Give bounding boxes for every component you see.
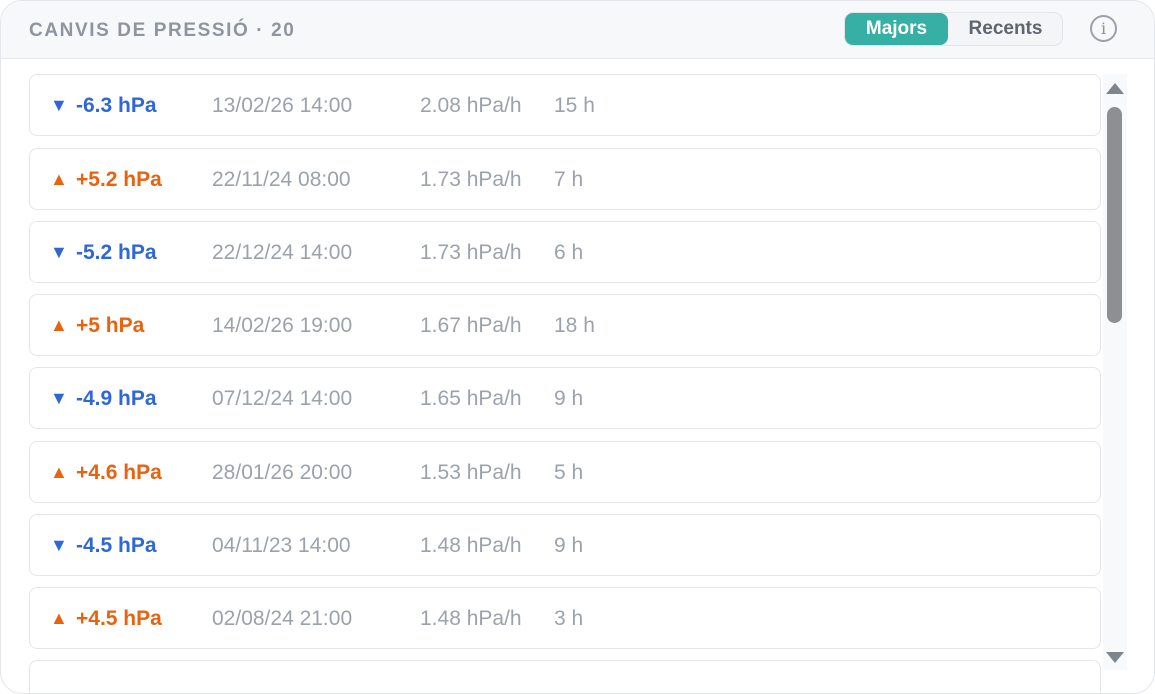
pressure-changes-card: CANVIS DE PRESSIÓ · 20 Majors Recents i … xyxy=(0,0,1155,694)
trend-arrow-icon: ▼ xyxy=(50,535,68,555)
event-date: 22/12/24 14:00 xyxy=(212,241,353,264)
event-duration: 9 h xyxy=(554,387,584,410)
tab-recents[interactable]: Recents xyxy=(948,13,1063,45)
trend-arrow-icon: ▲ xyxy=(50,462,68,482)
list-item-partial[interactable] xyxy=(29,660,1101,693)
event-date: 28/01/26 20:00 xyxy=(212,461,353,484)
event-duration: 15 h xyxy=(554,94,595,117)
change-rate: 1.48 hPa/h xyxy=(420,534,522,557)
change-rate: 1.53 hPa/h xyxy=(420,461,522,484)
list-item[interactable]: ▼ -4.5 hPa 04/11/23 14:00 1.48 hPa/h 9 h xyxy=(29,514,1101,576)
event-duration: 9 h xyxy=(554,534,584,557)
list-item[interactable]: ▼ -6.3 hPa 13/02/26 14:00 2.08 hPa/h 15 … xyxy=(29,74,1101,136)
change-rate: 2.08 hPa/h xyxy=(420,94,522,117)
list-item[interactable]: ▲ +5.2 hPa 22/11/24 08:00 1.73 hPa/h 7 h xyxy=(29,148,1101,210)
event-date: 22/11/24 08:00 xyxy=(212,168,351,191)
info-icon[interactable]: i xyxy=(1090,15,1117,42)
list-item[interactable]: ▲ +4.5 hPa 02/08/24 21:00 1.48 hPa/h 3 h xyxy=(29,587,1101,649)
list-item[interactable]: ▼ -4.9 hPa 07/12/24 14:00 1.65 hPa/h 9 h xyxy=(29,367,1101,429)
event-duration: 6 h xyxy=(554,241,584,264)
change-rate: 1.65 hPa/h xyxy=(420,387,522,410)
change-rate: 1.48 hPa/h xyxy=(420,607,522,630)
pressure-change: +4.6 hPa xyxy=(76,461,162,484)
trend-arrow-icon: ▼ xyxy=(50,388,68,408)
pressure-change: -4.5 hPa xyxy=(76,534,157,557)
pressure-change-list: ▼ -6.3 hPa 13/02/26 14:00 2.08 hPa/h 15 … xyxy=(29,74,1101,693)
card-title: CANVIS DE PRESSIÓ · 20 xyxy=(29,20,296,41)
event-duration: 18 h xyxy=(554,314,595,337)
event-date: 02/08/24 21:00 xyxy=(212,607,353,630)
event-date: 13/02/26 14:00 xyxy=(212,94,353,117)
scroll-up-arrow-icon[interactable] xyxy=(1106,83,1124,94)
pressure-change: +5.2 hPa xyxy=(76,168,162,191)
sort-toggle: Majors Recents xyxy=(844,12,1063,46)
event-date: 07/12/24 14:00 xyxy=(212,387,353,410)
pressure-change: -6.3 hPa xyxy=(76,94,157,117)
pressure-change: -4.9 hPa xyxy=(76,387,157,410)
change-rate: 1.73 hPa/h xyxy=(420,168,522,191)
trend-arrow-icon: ▼ xyxy=(50,95,68,115)
card-header: CANVIS DE PRESSIÓ · 20 Majors Recents i xyxy=(1,1,1154,59)
list-item[interactable]: ▼ -5.2 hPa 22/12/24 14:00 1.73 hPa/h 6 h xyxy=(29,221,1101,283)
event-duration: 3 h xyxy=(554,607,584,630)
event-date: 04/11/23 14:00 xyxy=(212,534,351,557)
tab-majors[interactable]: Majors xyxy=(845,13,948,45)
change-rate: 1.67 hPa/h xyxy=(420,314,522,337)
scrollbar-thumb[interactable] xyxy=(1107,107,1122,323)
list-item[interactable]: ▲ +4.6 hPa 28/01/26 20:00 1.53 hPa/h 5 h xyxy=(29,441,1101,503)
trend-arrow-icon: ▲ xyxy=(50,169,68,189)
trend-arrow-icon: ▲ xyxy=(50,315,68,335)
event-date: 14/02/26 19:00 xyxy=(212,314,353,337)
event-duration: 7 h xyxy=(554,168,584,191)
scroll-down-arrow-icon[interactable] xyxy=(1106,652,1124,663)
list-item[interactable]: ▲ +5 hPa 14/02/26 19:00 1.67 hPa/h 18 h xyxy=(29,294,1101,356)
event-duration: 5 h xyxy=(554,461,584,484)
trend-arrow-icon: ▲ xyxy=(50,608,68,628)
trend-arrow-icon: ▼ xyxy=(50,242,68,262)
change-rate: 1.73 hPa/h xyxy=(420,241,522,264)
pressure-change: +4.5 hPa xyxy=(76,607,162,630)
pressure-change: -5.2 hPa xyxy=(76,241,157,264)
pressure-change: +5 hPa xyxy=(76,314,145,337)
